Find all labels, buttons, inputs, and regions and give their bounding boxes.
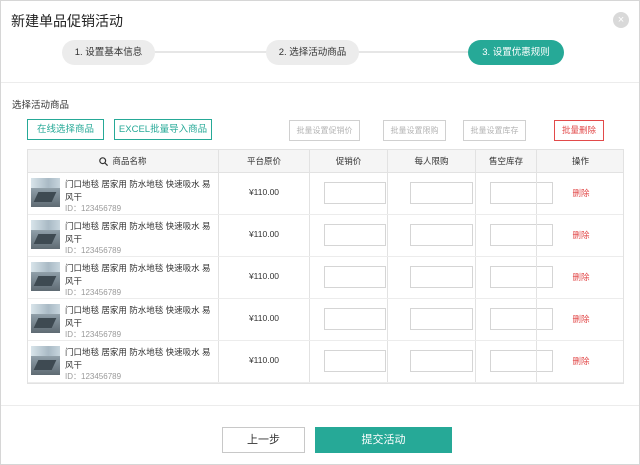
product-thumbnail [31,262,60,291]
limit-input[interactable] [410,182,473,204]
prev-step-button[interactable]: 上一步 [222,427,305,453]
col-stock: 售空库存 [475,150,536,172]
promo-price-input[interactable] [324,266,386,288]
col-limit: 每人限购 [387,150,475,172]
original-price: ¥110.00 [248,271,280,281]
excel-import-button[interactable]: EXCEL批量导入商品 [114,119,212,140]
step-select-goods: 2. 选择活动商品 [266,40,359,65]
stock-cell [475,215,553,256]
limit-input[interactable] [410,350,473,372]
delete-link[interactable]: 删除 [537,229,625,241]
table-header: 商品名称 平台原价 促销价 每人限购 售空库存 操作 [28,150,623,173]
limit-cell [387,299,475,340]
delete-link[interactable]: 删除 [537,355,625,367]
limit-input[interactable] [410,224,473,246]
promo-cell [309,257,387,298]
limit-input[interactable] [410,308,473,330]
product-cell: 门口地毯 居家用 防水地毯 快速吸水 易风干 ID：123456789 [28,215,218,256]
product-thumbnail [31,220,60,249]
product-name: 门口地毯 居家用 防水地毯 快速吸水 易风干 [65,347,211,370]
promo-cell [309,299,387,340]
dialog-header: 新建单品促销活动 × 1. 设置基本信息 2. 选择活动商品 3. 设置优惠规则 [1,1,639,83]
product-name: 门口地毯 居家用 防水地毯 快速吸水 易风干 [65,263,211,286]
promo-price-input[interactable] [324,350,386,372]
limit-cell [387,173,475,214]
product-cell: 门口地毯 居家用 防水地毯 快速吸水 易风干 ID：123456789 [28,173,218,214]
col-price: 平台原价 [218,150,309,172]
product-id: ID：123456789 [65,372,122,381]
action-cell: 删除 [536,299,624,340]
promotion-dialog: 新建单品促销活动 × 1. 设置基本信息 2. 选择活动商品 3. 设置优惠规则… [0,0,640,465]
promo-price-input[interactable] [324,308,386,330]
stock-cell [475,299,553,340]
product-cell: 门口地毯 居家用 防水地毯 快速吸水 易风干 ID：123456789 [28,257,218,298]
step-basic-info: 1. 设置基本信息 [62,40,155,65]
batch-limit-button[interactable]: 批量设置限购 [383,120,446,141]
batch-stock-button[interactable]: 批量设置库存 [463,120,526,141]
table-row: 门口地毯 居家用 防水地毯 快速吸水 易风干 ID：123456789 ¥110… [28,299,623,341]
goods-table: 商品名称 平台原价 促销价 每人限购 售空库存 操作 门口地毯 居家用 防水地毯… [27,149,624,384]
price-cell: ¥110.00 [218,299,309,340]
product-cell: 门口地毯 居家用 防水地毯 快速吸水 易风干 ID：123456789 [28,299,218,340]
search-icon [99,157,109,167]
table-row: 门口地毯 居家用 防水地毯 快速吸水 易风干 ID：123456789 ¥110… [28,341,623,383]
product-id: ID：123456789 [65,288,122,297]
action-cell: 删除 [536,215,624,256]
table-body: 门口地毯 居家用 防水地毯 快速吸水 易风干 ID：123456789 ¥110… [28,173,623,383]
close-icon[interactable]: × [613,12,629,28]
limit-cell [387,257,475,298]
promo-price-input[interactable] [324,224,386,246]
delete-link[interactable]: 删除 [537,187,625,199]
product-name: 门口地毯 居家用 防水地毯 快速吸水 易风干 [65,221,211,244]
promo-cell [309,173,387,214]
product-id: ID：123456789 [65,246,122,255]
col-action: 操作 [536,150,624,172]
original-price: ¥110.00 [248,355,280,365]
stock-cell [475,173,553,214]
product-name: 门口地毯 居家用 防水地毯 快速吸水 易风干 [65,179,211,202]
original-price: ¥110.00 [248,187,280,197]
promo-price-input[interactable] [324,182,386,204]
price-cell: ¥110.00 [218,257,309,298]
limit-cell [387,341,475,382]
action-cell: 删除 [536,173,624,214]
limit-cell [387,215,475,256]
delete-link[interactable]: 删除 [537,271,625,283]
submit-button[interactable]: 提交活动 [315,427,452,453]
table-row: 门口地毯 居家用 防水地毯 快速吸水 易风干 ID：123456789 ¥110… [28,215,623,257]
price-cell: ¥110.00 [218,173,309,214]
section-title: 选择活动商品 [12,100,70,111]
promo-cell [309,215,387,256]
batch-price-button[interactable]: 批量设置促销价 [289,120,360,141]
price-cell: ¥110.00 [218,215,309,256]
action-cell: 删除 [536,341,624,382]
col-promo-price: 促销价 [309,150,387,172]
action-cell: 删除 [536,257,624,298]
col-product-name-label: 商品名称 [112,156,147,166]
product-id: ID：123456789 [65,204,122,213]
delete-link[interactable]: 删除 [537,313,625,325]
online-select-button[interactable]: 在线选择商品 [27,119,104,140]
product-thumbnail [31,304,60,333]
product-id: ID：123456789 [65,330,122,339]
product-cell: 门口地毯 居家用 防水地毯 快速吸水 易风干 ID：123456789 [28,341,218,382]
product-name: 门口地毯 居家用 防水地毯 快速吸水 易风干 [65,305,211,328]
product-thumbnail [31,346,60,375]
promo-cell [309,341,387,382]
table-row: 门口地毯 居家用 防水地毯 快速吸水 易风干 ID：123456789 ¥110… [28,257,623,299]
col-product-name: 商品名称 [28,150,218,172]
stock-cell [475,341,553,382]
original-price: ¥110.00 [248,229,280,239]
original-price: ¥110.00 [248,313,280,323]
stock-cell [475,257,553,298]
step-discount-rules: 3. 设置优惠规则 [468,40,564,65]
batch-delete-button[interactable]: 批量删除 [554,120,604,141]
dialog-title: 新建单品促销活动 [11,13,123,29]
table-row: 门口地毯 居家用 防水地毯 快速吸水 易风干 ID：123456789 ¥110… [28,173,623,215]
price-cell: ¥110.00 [218,341,309,382]
footer-divider [1,405,639,406]
limit-input[interactable] [410,266,473,288]
product-thumbnail [31,178,60,207]
